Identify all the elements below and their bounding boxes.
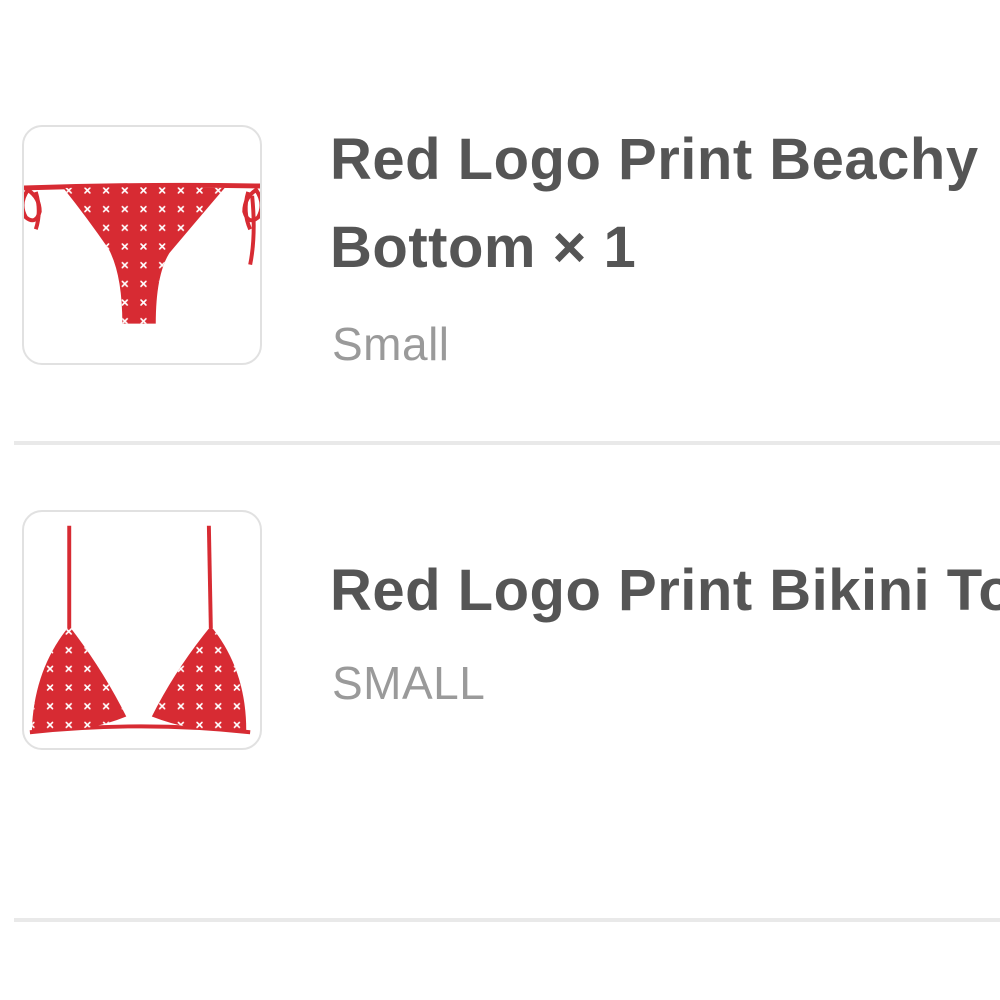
item-variant: SMALL xyxy=(332,657,486,709)
item-title[interactable]: Red Logo Print Bikini Top × 1 xyxy=(330,547,1000,635)
bikini-bottom-icon xyxy=(24,182,260,324)
item-title-line: Red Logo Print Bikini Top × 1 xyxy=(330,558,1000,623)
item-title-line: Bottom × 1 xyxy=(330,215,637,280)
product-thumbnail[interactable] xyxy=(22,510,262,750)
order-item[interactable]: Red Logo Print Bikini Top × 1 SMALL xyxy=(0,445,1000,923)
product-thumbnail[interactable] xyxy=(22,125,262,365)
bikini-top-icon xyxy=(29,525,251,735)
divider xyxy=(14,918,1000,922)
order-item[interactable]: Red Logo Print Beachy Bottom × 1 Small xyxy=(0,0,1000,445)
order-items-screen: Red Logo Print Beachy Bottom × 1 Small R… xyxy=(0,0,1000,1000)
item-variant: Small xyxy=(332,318,450,370)
item-title[interactable]: Red Logo Print Beachy Bottom × 1 xyxy=(330,116,1000,292)
item-title-line: Red Logo Print Beachy xyxy=(330,127,979,192)
